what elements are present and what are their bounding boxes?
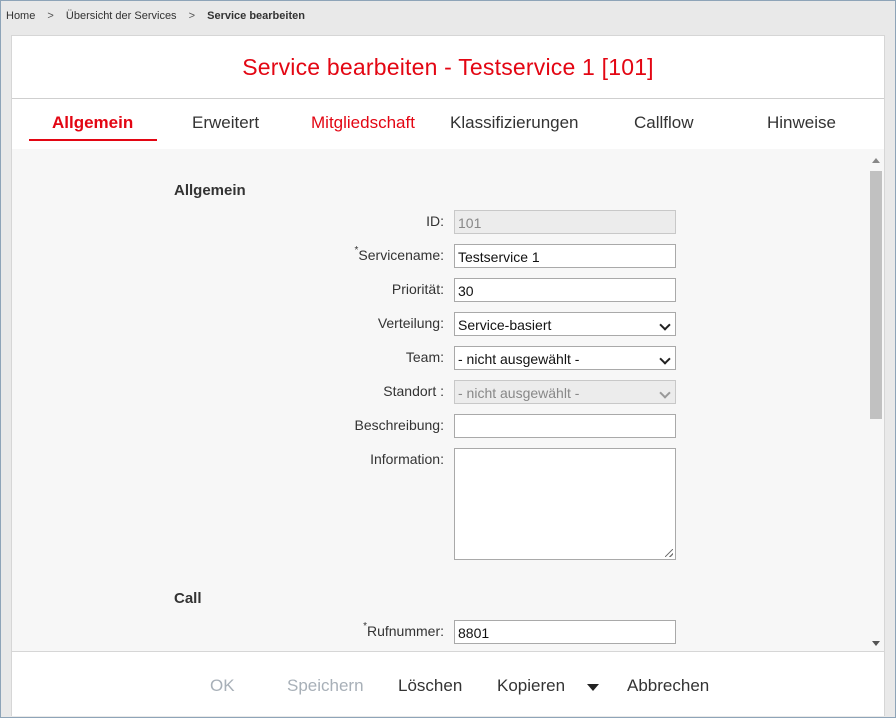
breadcrumb: Home > Übersicht der Services > Service …: [6, 10, 305, 22]
tab-bar: Allgemein Erweitert Mitgliedschaft Klass…: [12, 99, 884, 143]
label-servicename-text: Servicename:: [358, 247, 444, 263]
information-textarea[interactable]: [454, 448, 676, 560]
tab-klassifizierungen[interactable]: Klassifizierungen: [450, 113, 579, 133]
chevron-down-icon: [659, 319, 671, 331]
breadcrumb-services-overview[interactable]: Übersicht der Services: [66, 10, 177, 22]
verteilung-selected-value: Service-basiert: [458, 317, 552, 333]
active-tab-indicator: [29, 139, 157, 141]
label-information: Information:: [370, 451, 444, 467]
tab-erweitert[interactable]: Erweitert: [192, 113, 259, 133]
breadcrumb-current: Service bearbeiten: [207, 10, 305, 22]
standort-selected-value: - nicht ausgewählt -: [458, 385, 580, 401]
edit-service-panel: Service bearbeiten - Testservice 1 [101]…: [11, 35, 885, 716]
abbrechen-button[interactable]: Abbrechen: [627, 676, 709, 696]
tab-mitgliedschaft[interactable]: Mitgliedschaft: [311, 113, 415, 133]
speichern-button[interactable]: Speichern: [287, 676, 364, 696]
section-title-call: Call: [174, 590, 202, 607]
loeschen-button[interactable]: Löschen: [398, 676, 462, 696]
standort-select: - nicht ausgewählt -: [454, 380, 676, 404]
ok-button[interactable]: OK: [210, 676, 235, 696]
label-prioritaet: Priorität:: [391, 281, 444, 297]
breadcrumb-separator: >: [47, 10, 54, 22]
label-beschreibung: Beschreibung:: [354, 417, 444, 433]
page-header: Service bearbeiten - Testservice 1 [101]: [12, 36, 884, 99]
servicename-input[interactable]: Testservice 1: [454, 244, 676, 268]
label-servicename: *Servicename:: [354, 245, 445, 263]
label-rufnummer: *Rufnummer:: [363, 621, 444, 639]
form-content: Allgemein ID: 101 *Servicename: Testserv…: [12, 149, 884, 651]
team-select[interactable]: - nicht ausgewählt -: [454, 346, 676, 370]
page-title: Service bearbeiten - Testservice 1 [101]: [242, 53, 654, 80]
kopieren-dropdown-caret-icon[interactable]: [587, 684, 599, 691]
required-mark: *: [363, 621, 367, 632]
required-mark: *: [354, 245, 359, 256]
action-bar: OK Speichern Löschen Kopieren Abbrechen: [12, 651, 884, 716]
id-field: 101: [454, 210, 676, 234]
vertical-scrollbar[interactable]: [870, 154, 882, 646]
label-rufnummer-text: Rufnummer:: [366, 623, 444, 639]
breadcrumb-separator: >: [188, 10, 196, 22]
label-verteilung: Verteilung:: [377, 315, 444, 331]
resize-grip-icon[interactable]: [665, 549, 673, 557]
tab-hinweise[interactable]: Hinweise: [767, 113, 836, 133]
chevron-down-icon: [659, 353, 671, 365]
chevron-down-icon: [659, 387, 671, 399]
rufnummer-input[interactable]: 8801: [454, 620, 676, 644]
verteilung-select[interactable]: Service-basiert: [454, 312, 676, 336]
scroll-up-arrow-icon[interactable]: [872, 158, 880, 163]
tab-allgemein[interactable]: Allgemein: [52, 113, 133, 133]
section-title-allgemein: Allgemein: [174, 182, 246, 199]
kopieren-button[interactable]: Kopieren: [497, 676, 565, 696]
beschreibung-input[interactable]: [454, 414, 676, 438]
team-selected-value: - nicht ausgewählt -: [458, 351, 580, 367]
scroll-down-arrow-icon[interactable]: [872, 641, 880, 646]
label-id: ID:: [426, 213, 444, 229]
label-team: Team:: [405, 349, 444, 365]
prioritaet-input[interactable]: 30: [454, 278, 676, 302]
breadcrumb-home[interactable]: Home: [6, 10, 35, 22]
scrollbar-thumb[interactable]: [870, 171, 882, 419]
label-standort: Standort :: [383, 383, 444, 399]
tab-callflow[interactable]: Callflow: [634, 113, 694, 133]
